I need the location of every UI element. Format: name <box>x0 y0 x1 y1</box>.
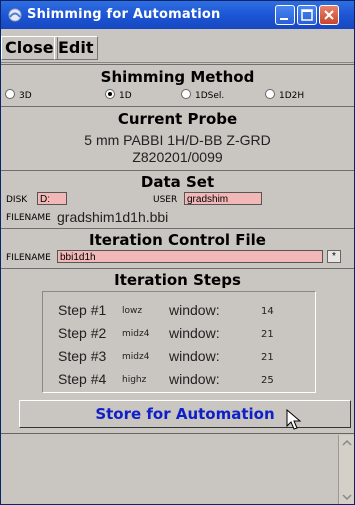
radio-1d2h-dot <box>265 89 275 99</box>
step-row-1: Step #1 lowz window: 14 <box>58 302 274 318</box>
step-window-label: window: <box>169 348 220 364</box>
app-icon <box>8 8 22 22</box>
step-label: Step #3 <box>58 348 107 364</box>
step-label: Step #4 <box>58 371 107 387</box>
radio-1dsel-label: 1DSel. <box>195 91 225 101</box>
radio-1d-dot <box>105 89 115 99</box>
iteration-steps-section: Iteration Steps Step #1 lowz window: 14 … <box>1 268 354 394</box>
steps-box: Step #1 lowz window: 14 Step #2 midz4 wi… <box>42 291 316 393</box>
maximize-icon <box>301 9 313 21</box>
step-window-label: window: <box>169 325 220 341</box>
step-kind: midz4 <box>122 352 150 362</box>
minimize-button[interactable] <box>275 5 295 25</box>
window-title: Shimming for Automation <box>27 7 221 22</box>
radio-1d-label: 1D <box>119 91 132 101</box>
radio-3d-label: 3D <box>19 91 32 101</box>
step-window-value: 25 <box>261 375 274 386</box>
step-row-3: Step #3 midz4 window: 21 <box>58 348 274 364</box>
browse-button[interactable]: * <box>327 250 341 263</box>
step-window-value: 21 <box>261 329 274 340</box>
iteration-filename-label: FILENAME <box>6 253 51 263</box>
radio-1dsel[interactable]: 1DSel. <box>181 89 224 101</box>
scroll-up-icon[interactable] <box>339 435 355 451</box>
probe-section: Current Probe 5 mm PABBI 1H/D-BB Z-GRD Z… <box>1 106 354 170</box>
iteration-control-title: Iteration Control File <box>89 231 266 249</box>
step-window-label: window: <box>169 371 220 387</box>
step-kind: lowz <box>122 306 143 316</box>
probe-title: Current Probe <box>117 110 238 128</box>
probe-line1: 5 mm PABBI 1H/D-BB Z-GRD <box>84 132 271 148</box>
radio-3d-dot <box>5 89 15 99</box>
iteration-control-section: Iteration Control File FILENAME bbi1d1h … <box>1 228 354 268</box>
iteration-steps-title: Iteration Steps <box>114 271 241 289</box>
probe-line2: Z820201/0099 <box>132 149 223 165</box>
step-row-2: Step #2 midz4 window: 21 <box>58 325 274 341</box>
radio-1d[interactable]: 1D <box>105 89 132 101</box>
log-text-area[interactable] <box>1 433 354 504</box>
pointer-cursor-icon <box>286 409 302 430</box>
menu-bar: Close Edit <box>1 30 354 63</box>
step-label: Step #1 <box>58 302 107 318</box>
step-kind: midz4 <box>122 329 150 339</box>
dataset-section: Data Set DISK D: USER gradshim FILENAME … <box>1 170 354 228</box>
step-window-value: 21 <box>261 352 274 363</box>
disk-label: DISK <box>6 195 28 205</box>
title-bar[interactable]: Shimming for Automation <box>1 1 354 29</box>
step-window-label: window: <box>169 302 220 318</box>
close-icon <box>324 10 334 20</box>
user-label: USER <box>153 195 178 205</box>
step-row-4: Step #4 highz window: 25 <box>58 371 274 387</box>
radio-1dsel-dot <box>181 89 191 99</box>
dataset-filename: gradshim1d1h.bbi <box>57 209 169 225</box>
log-scrollbar[interactable] <box>338 435 355 505</box>
shim-method-section: Shimming Method 3D 1D 1DSel. 1D2H <box>1 64 354 106</box>
minimize-icon <box>280 18 288 20</box>
app-window: Shimming for Automation Close Edit Shimm… <box>0 0 355 505</box>
user-field[interactable]: gradshim <box>184 192 262 205</box>
menu-edit[interactable]: Edit <box>54 36 98 60</box>
radio-3d[interactable]: 3D <box>5 89 32 101</box>
iteration-filename-field[interactable]: bbi1d1h <box>57 250 323 263</box>
step-window-value: 14 <box>261 306 274 317</box>
filename-label: FILENAME <box>6 213 51 223</box>
radio-1d2h[interactable]: 1D2H <box>265 89 304 101</box>
maximize-button[interactable] <box>297 5 317 25</box>
scroll-down-icon[interactable] <box>339 489 355 505</box>
dataset-title: Data Set <box>140 173 215 191</box>
menu-close[interactable]: Close <box>1 36 58 60</box>
step-kind: highz <box>122 375 147 385</box>
radio-1d2h-label: 1D2H <box>279 91 305 101</box>
step-label: Step #2 <box>58 325 107 341</box>
disk-field[interactable]: D: <box>37 192 67 205</box>
shim-method-title: Shimming Method <box>100 68 255 86</box>
close-window-button[interactable] <box>319 5 339 25</box>
